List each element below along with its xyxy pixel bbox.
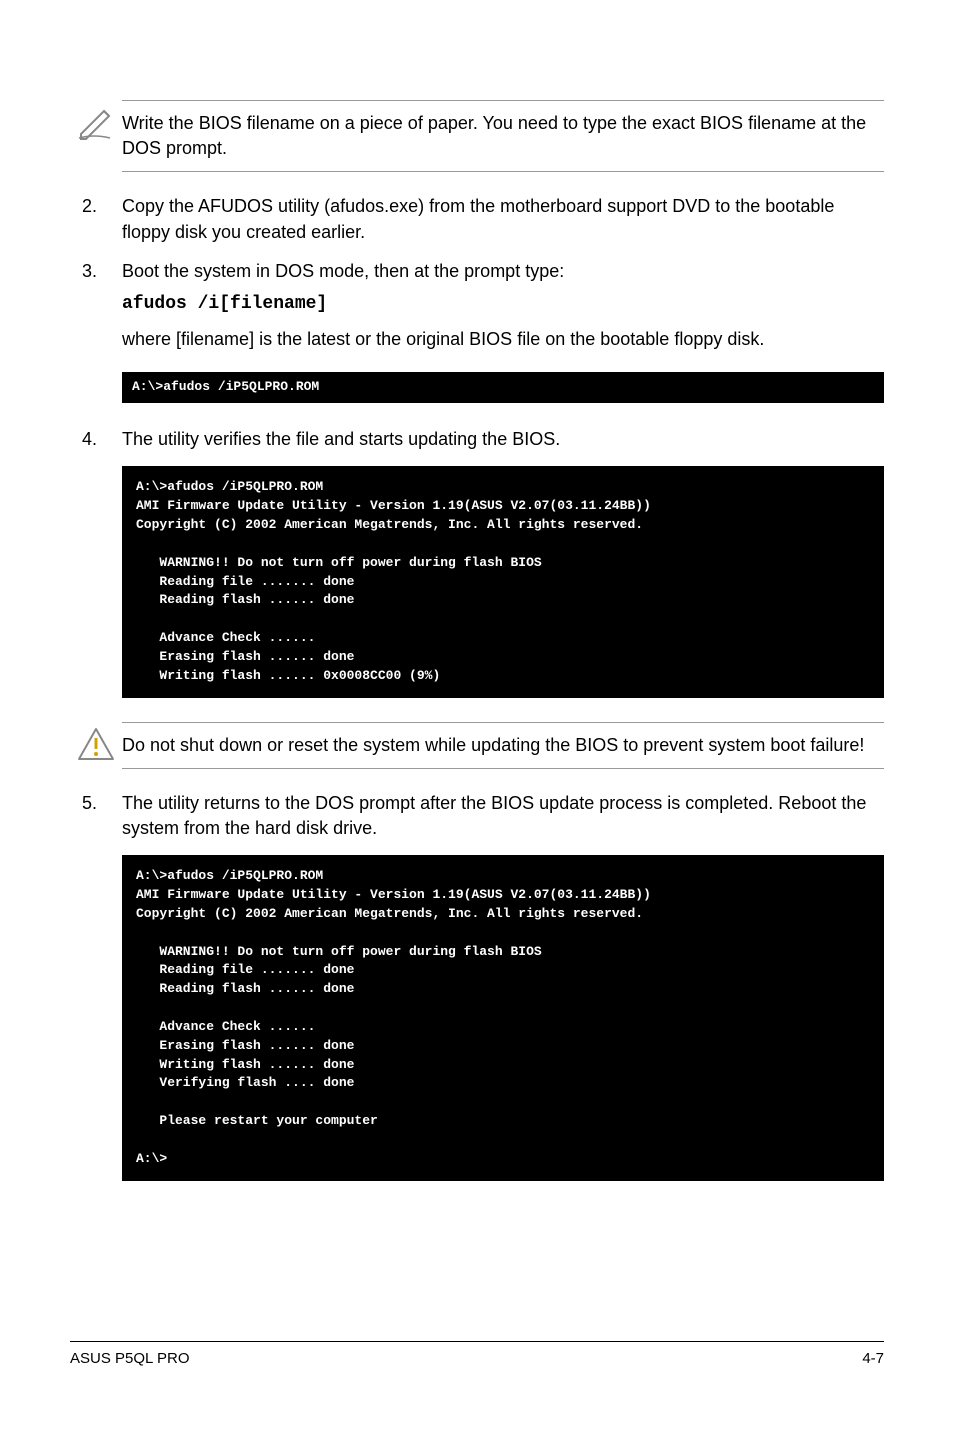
warning-icon [70,722,122,762]
step-number: 2. [70,194,122,244]
note-text: Write the BIOS filename on a piece of pa… [122,100,884,172]
step-4: 4. The utility verifies the file and sta… [70,427,884,452]
footer-page-number: 4-7 [862,1348,884,1369]
step-3: 3. Boot the system in DOS mode, then at … [70,259,884,359]
terminal-output: A:\>afudos /iP5QLPRO.ROM AMI Firmware Up… [122,855,884,1181]
warning-callout: Do not shut down or reset the system whi… [70,722,884,769]
step-text: The utility returns to the DOS prompt af… [122,791,884,841]
footer-product: ASUS P5QL PRO [70,1348,190,1369]
step-number: 4. [70,427,122,452]
step-5: 5. The utility returns to the DOS prompt… [70,791,884,841]
warning-text: Do not shut down or reset the system whi… [122,722,884,769]
note-callout: Write the BIOS filename on a piece of pa… [70,100,884,172]
pencil-icon [70,100,122,140]
step-text: where [filename] is the latest or the or… [122,327,884,352]
terminal-output: A:\>afudos /iP5QLPRO.ROM AMI Firmware Up… [122,466,884,697]
step-text: The utility verifies the file and starts… [122,427,884,452]
step-2: 2. Copy the AFUDOS utility (afudos.exe) … [70,194,884,244]
page-footer: ASUS P5QL PRO 4-7 [70,1341,884,1369]
command-text: afudos /i[filename] [122,292,884,317]
step-number: 5. [70,791,122,841]
terminal-output: A:\>afudos /iP5QLPRO.ROM [122,372,884,403]
step-number: 3. [70,259,122,359]
step-text: Copy the AFUDOS utility (afudos.exe) fro… [122,194,884,244]
step-text: Boot the system in DOS mode, then at the… [122,259,884,284]
